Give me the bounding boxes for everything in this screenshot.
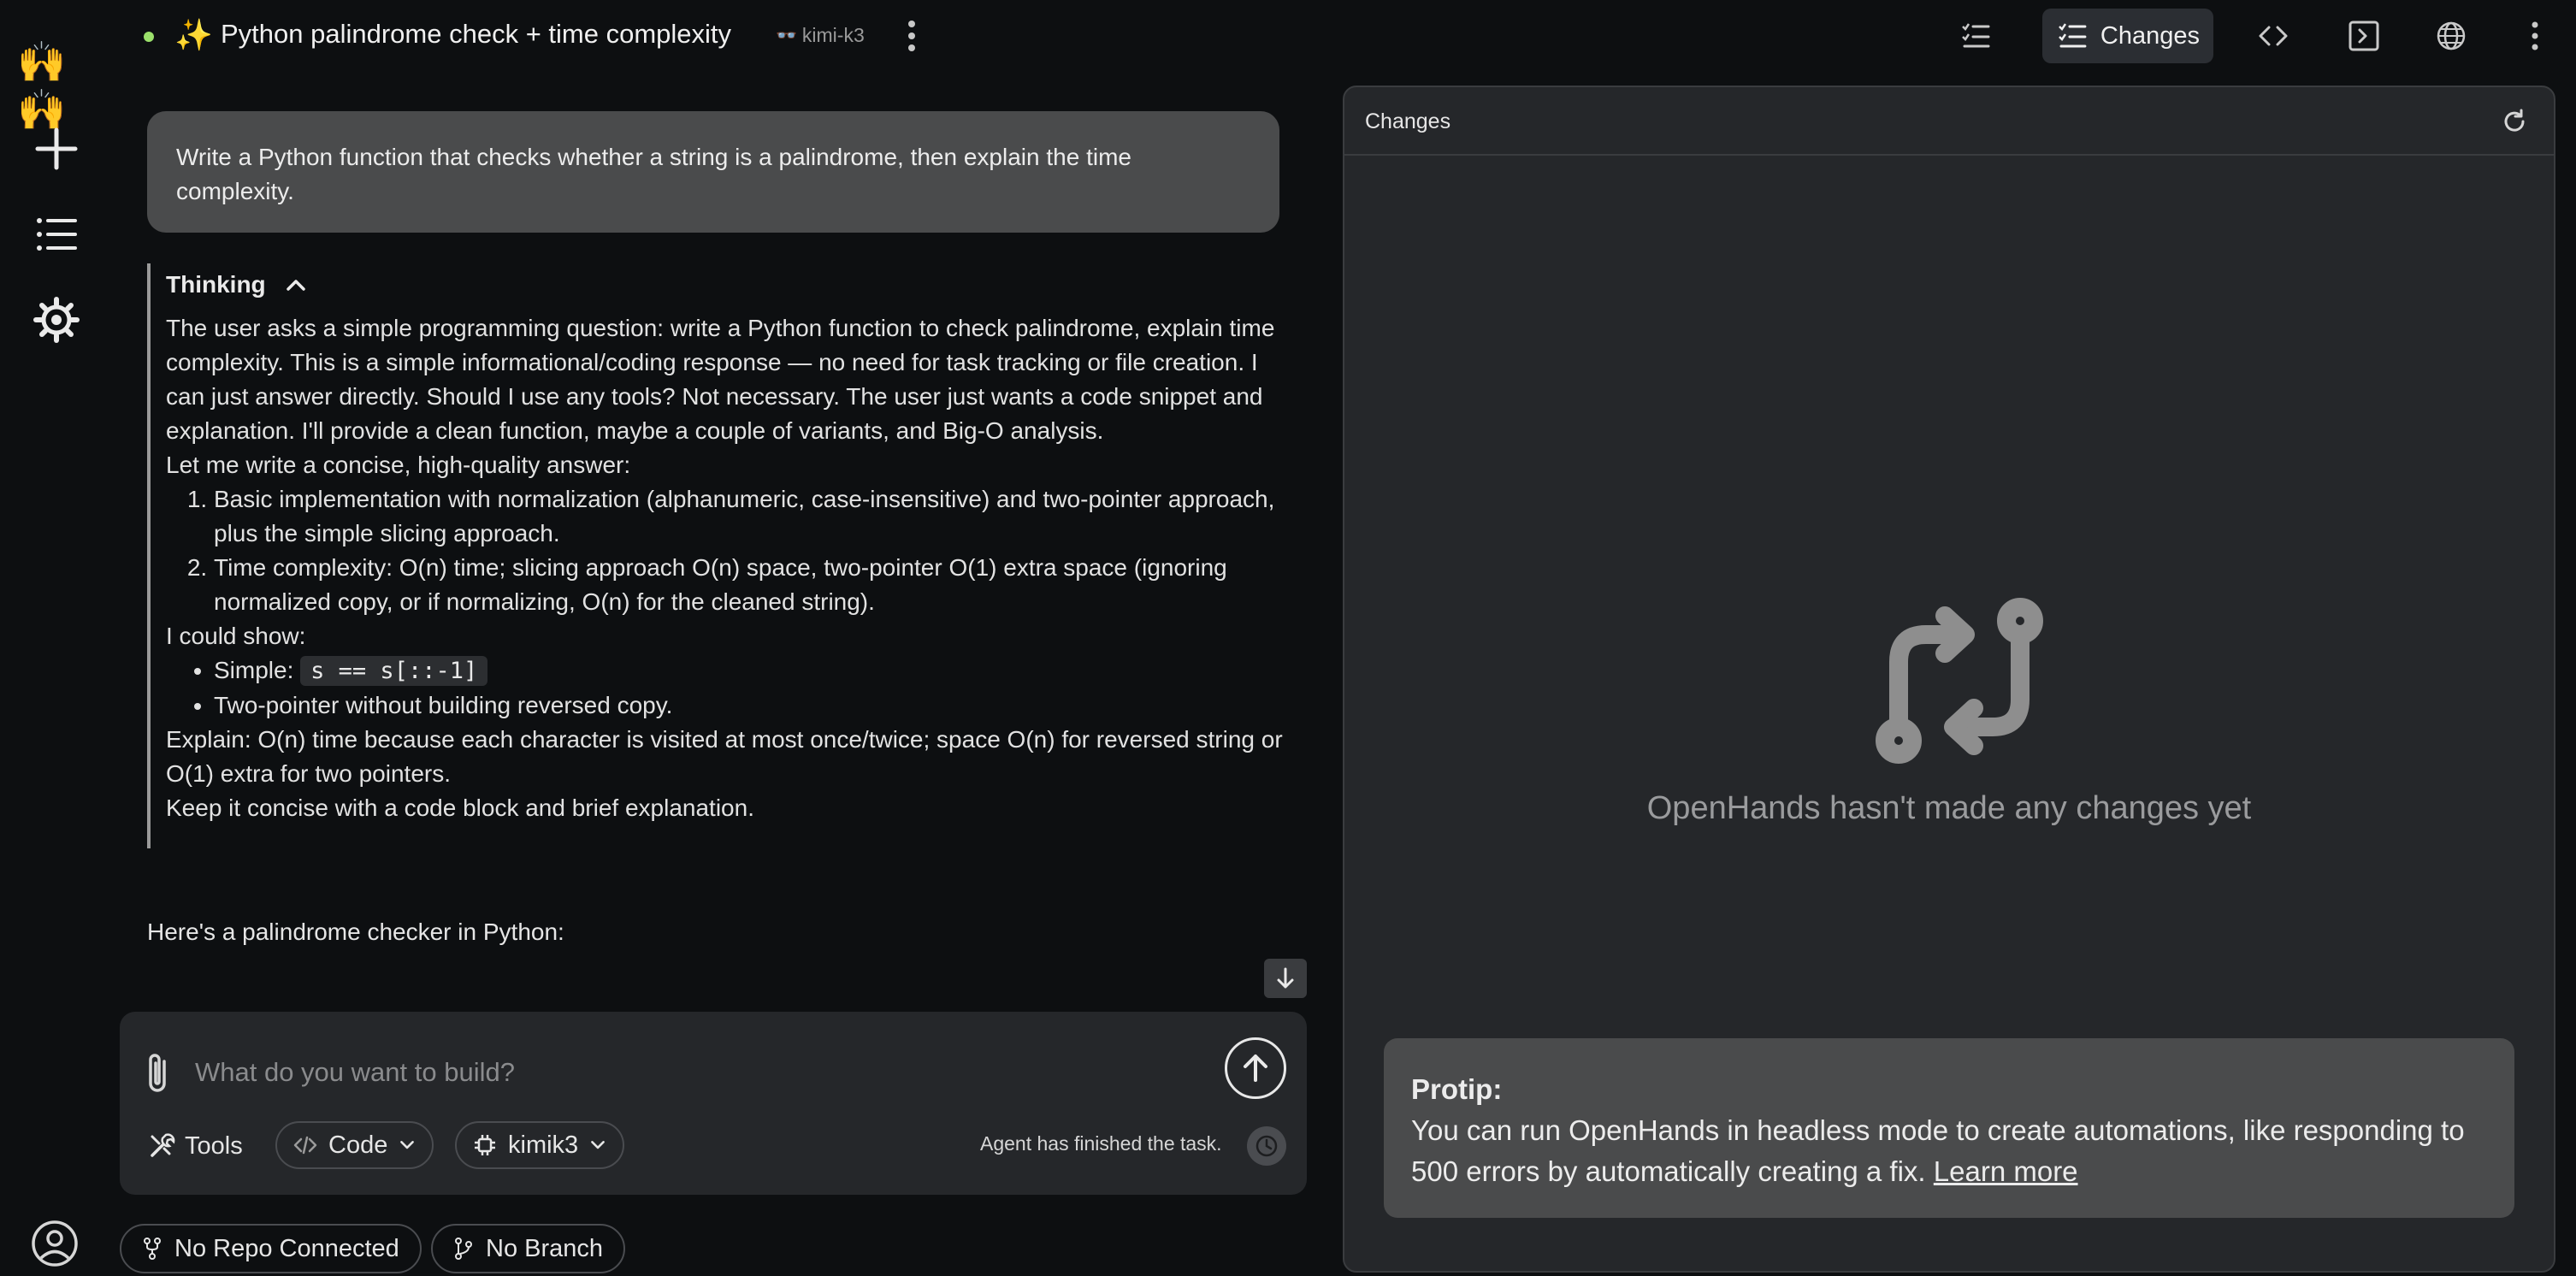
terminal-icon xyxy=(2349,21,2379,51)
more-menu-button[interactable] xyxy=(2518,9,2552,63)
thinking-block: Thinking The user asks a simple programm… xyxy=(147,263,1285,848)
conversation-title[interactable]: Python palindrome check + time complexit… xyxy=(221,19,731,50)
hands-logo-icon[interactable]: 🙌🙌 xyxy=(17,38,96,132)
tools-button[interactable]: Tools xyxy=(147,1131,243,1161)
prompt-input[interactable] xyxy=(195,1043,1179,1102)
kebab-icon xyxy=(2532,21,2538,50)
list-item: Basic implementation with normalization … xyxy=(214,482,1285,551)
repo-label: No Repo Connected xyxy=(174,1234,399,1262)
inline-code: s == s[::-1] xyxy=(300,656,488,686)
learn-more-link[interactable]: Learn more xyxy=(1934,1155,2078,1187)
send-button[interactable] xyxy=(1225,1037,1286,1099)
protip-body: You can run OpenHands in headless mode t… xyxy=(1411,1110,2487,1192)
branch-button[interactable]: No Branch xyxy=(431,1224,626,1273)
panel-title: Changes xyxy=(1365,109,1451,133)
branch-label: No Branch xyxy=(486,1234,604,1262)
left-rail: 🙌🙌 xyxy=(0,0,113,1276)
tools-label: Tools xyxy=(185,1131,243,1160)
settings-button[interactable] xyxy=(31,294,82,346)
tasks-icon xyxy=(1962,23,1990,48)
user-avatar-button[interactable] xyxy=(31,1220,82,1271)
logo-glyph: 🙌 xyxy=(17,39,67,84)
agent-status: Agent has finished the task. xyxy=(980,1132,1222,1155)
model-label: kimik3 xyxy=(508,1131,579,1159)
thinking-label: Thinking xyxy=(166,271,266,298)
empty-state-message: OpenHands hasn't made any changes yet xyxy=(1646,790,2252,826)
paperclip-icon xyxy=(149,1054,166,1092)
sparkles-icon: ✨ xyxy=(174,17,213,52)
git-compare-icon xyxy=(1876,598,2043,764)
thinking-ordered-list: Basic implementation with normalization … xyxy=(214,482,1285,619)
branch-icon xyxy=(455,1238,472,1260)
protip-card: Protip: You can run OpenHands in headles… xyxy=(1384,1038,2514,1218)
list-item: Two-pointer without building reversed co… xyxy=(214,688,1285,723)
list-icon xyxy=(37,218,77,251)
attach-button[interactable] xyxy=(137,1046,178,1101)
thinking-paragraph: I could show: xyxy=(166,623,306,649)
panel-header: Changes xyxy=(1344,87,2554,156)
code-tab[interactable] xyxy=(2248,9,2299,63)
code-icon xyxy=(2259,26,2288,46)
glasses-icon: 👓 xyxy=(776,27,797,45)
protip-title: Protip: xyxy=(1411,1073,1503,1105)
plus-icon xyxy=(35,127,78,170)
conversations-list-button[interactable] xyxy=(31,209,82,260)
gear-icon xyxy=(33,297,80,343)
tools-icon xyxy=(151,1133,175,1157)
chevron-down-icon xyxy=(400,1141,415,1149)
mode-label: Code xyxy=(328,1131,388,1159)
tab-changes-label: Changes xyxy=(2100,21,2200,50)
thinking-bullet-list: Simple: s == s[::-1] Two-pointer without… xyxy=(214,653,1285,723)
arrow-down-icon xyxy=(1277,967,1294,989)
thinking-paragraph: Let me write a concise, high-quality ans… xyxy=(166,452,631,478)
history-button[interactable] xyxy=(1247,1126,1286,1166)
arrow-up-icon xyxy=(1244,1054,1267,1082)
browser-tab[interactable] xyxy=(2425,9,2477,63)
chat-area: Write a Python function that checks whet… xyxy=(113,72,1327,1276)
chevron-up-icon xyxy=(286,280,305,291)
refresh-button[interactable] xyxy=(2497,104,2532,139)
composer: Tools Code kimik3 Agent has finished the… xyxy=(120,1012,1307,1195)
status-dot xyxy=(144,32,154,42)
top-bar: ✨ Python palindrome check + time complex… xyxy=(113,0,2576,72)
tasks-tab[interactable] xyxy=(1950,9,2001,63)
user-message: Write a Python function that checks whet… xyxy=(147,111,1279,233)
user-circle-icon xyxy=(32,1220,78,1267)
model-select[interactable]: kimik3 xyxy=(455,1121,625,1169)
new-conversation-button[interactable] xyxy=(31,123,82,174)
refresh-icon xyxy=(2504,109,2525,132)
thinking-content: The user asks a simple programming quest… xyxy=(166,311,1285,825)
chip-icon xyxy=(475,1135,495,1155)
globe-icon xyxy=(2437,21,2466,50)
scroll-to-bottom-button[interactable] xyxy=(1264,959,1307,998)
app-root: 🙌🙌 ✨ Python palindrome check + time comp… xyxy=(0,0,2576,1276)
changes-panel: Changes OpenHands hasn't made any change… xyxy=(1343,86,2555,1273)
tab-changes[interactable]: Changes xyxy=(2042,9,2213,63)
chevron-down-icon xyxy=(591,1141,606,1149)
thinking-paragraph: The user asks a simple programming quest… xyxy=(166,315,1275,444)
repo-button[interactable]: No Repo Connected xyxy=(120,1224,422,1273)
list-item: Time complexity: O(n) time; slicing appr… xyxy=(214,551,1285,619)
code-icon xyxy=(293,1136,317,1155)
conversation-menu-button[interactable] xyxy=(901,15,922,56)
mode-select[interactable]: Code xyxy=(275,1121,434,1169)
repo-icon xyxy=(144,1238,161,1260)
clock-icon xyxy=(1256,1135,1278,1157)
thinking-paragraph: Keep it concise with a code block and br… xyxy=(166,795,754,821)
assistant-reply: Here's a palindrome checker in Python: xyxy=(147,919,564,945)
bullet-text: Simple: xyxy=(214,657,301,683)
thinking-toggle[interactable]: Thinking xyxy=(166,263,1285,306)
model-tag-label: kimi-k3 xyxy=(801,24,865,46)
terminal-tab[interactable] xyxy=(2338,9,2390,63)
list-item: Simple: s == s[::-1] xyxy=(214,653,1285,688)
changes-icon xyxy=(2059,23,2087,48)
thinking-paragraph: Explain: O(n) time because each characte… xyxy=(166,726,1283,787)
model-tag: 👓 kimi-k3 xyxy=(776,24,865,47)
